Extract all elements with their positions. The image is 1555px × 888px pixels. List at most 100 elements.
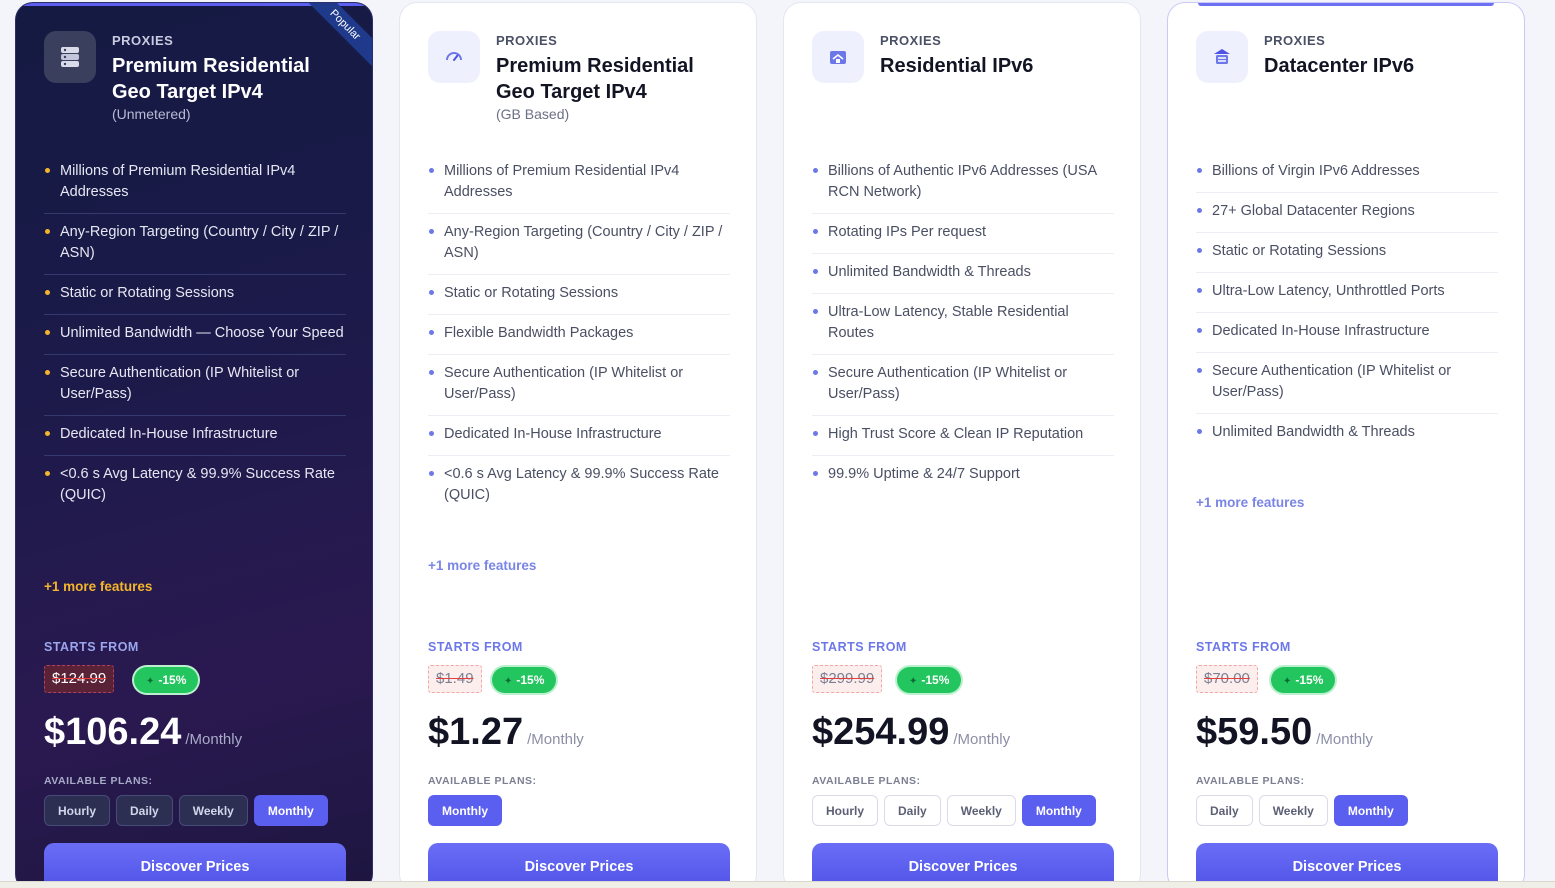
feature-item: Secure Authentication (IP Whitelist or U… <box>812 355 1114 416</box>
price-period: /Monthly <box>527 731 584 748</box>
plan-option-monthly[interactable]: Monthly <box>1333 795 1408 826</box>
feature-item: Static or Rotating Sessions <box>428 275 730 315</box>
card-subtitle: (GB Based) <box>496 106 570 122</box>
feature-item: Millions of Premium Residential IPv4 Add… <box>44 153 346 214</box>
tag-icon: ✦ <box>504 676 513 687</box>
price-row: $106.24/Monthly <box>44 711 242 754</box>
feature-list: Millions of Premium Residential IPv4 Add… <box>428 153 730 516</box>
more-features-link[interactable]: +1 more features <box>1196 495 1304 510</box>
feature-item: <0.6 s Avg Latency & 99.9% Success Rate … <box>44 456 346 516</box>
tag-icon: ✦ <box>909 676 918 687</box>
plan-option-weekly[interactable]: Weekly <box>946 795 1016 826</box>
plan-option-hourly[interactable]: Hourly <box>44 795 111 826</box>
plan-option-hourly[interactable]: Hourly <box>812 795 879 826</box>
card-kicker: PROXIES <box>880 33 942 48</box>
current-price: $106.24 <box>44 711 182 753</box>
plans-label: AVAILABLE PLANS: <box>44 775 153 787</box>
card-subtitle: (Unmetered) <box>112 106 191 122</box>
feature-item: Flexible Bandwidth Packages <box>428 315 730 355</box>
feature-list: Millions of Premium Residential IPv4 Add… <box>44 153 346 516</box>
original-price: $124.99 <box>44 665 115 693</box>
discount-badge: ✦ -15% <box>897 667 962 693</box>
feature-list: Billions of Virgin IPv6 Addresses 27+ Gl… <box>1196 153 1498 453</box>
price-row: $254.99/Monthly <box>812 711 1010 754</box>
house-network-icon <box>812 31 864 83</box>
plan-selector: Monthly <box>428 795 502 826</box>
server-icon <box>44 31 96 83</box>
feature-item: Any-Region Targeting (Country / City / Z… <box>428 214 730 275</box>
card-title: Datacenter IPv6 <box>1264 55 1415 77</box>
price-period: /Monthly <box>185 731 243 748</box>
feature-item: Secure Authentication (IP Whitelist or U… <box>428 355 730 416</box>
plan-option-weekly[interactable]: Weekly <box>1258 795 1328 826</box>
tag-icon: ✦ <box>1283 676 1292 687</box>
plan-selector: Daily Weekly Monthly <box>1196 795 1408 826</box>
discount-badge: ✦ -15% <box>492 667 557 693</box>
feature-item: Rotating IPs Per request <box>812 214 1114 254</box>
feature-item: Ultra-Low Latency, Unthrottled Ports <box>1196 273 1498 313</box>
datacenter-icon <box>1196 31 1248 83</box>
feature-item: Static or Rotating Sessions <box>44 275 346 315</box>
current-price: $254.99 <box>812 711 950 753</box>
feature-item: Unlimited Bandwidth & Threads <box>812 254 1114 294</box>
tag-icon: ✦ <box>146 676 155 687</box>
plans-label: AVAILABLE PLANS: <box>1196 775 1305 787</box>
price-period: /Monthly <box>1316 731 1373 748</box>
current-price: $1.27 <box>428 711 524 753</box>
discount-value: -15% <box>921 673 950 687</box>
more-features-link[interactable]: +1 more features <box>428 558 536 573</box>
plan-option-monthly[interactable]: Monthly <box>253 795 328 826</box>
feature-item: Unlimited Bandwidth & Threads <box>1196 414 1498 453</box>
discount-value: -15% <box>516 673 545 687</box>
card-kicker: PROXIES <box>112 33 174 48</box>
starts-from-label: STARTS FROM <box>1196 640 1291 654</box>
plan-option-daily[interactable]: Daily <box>116 795 173 826</box>
feature-item: Unlimited Bandwidth — Choose Your Speed <box>44 315 346 355</box>
plan-option-weekly[interactable]: Weekly <box>178 795 248 826</box>
plan-option-monthly[interactable]: Monthly <box>428 795 502 826</box>
feature-item: High Trust Score & Clean IP Reputation <box>812 416 1114 456</box>
feature-item: Static or Rotating Sessions <box>1196 233 1498 273</box>
plan-option-monthly[interactable]: Monthly <box>1021 795 1096 826</box>
original-price: $70.00 <box>1196 665 1258 693</box>
feature-item: Dedicated In-House Infrastructure <box>428 416 730 456</box>
feature-item: Ultra-Low Latency, Stable Residential Ro… <box>812 294 1114 355</box>
feature-item: Billions of Virgin IPv6 Addresses <box>1196 153 1498 193</box>
feature-item: 27+ Global Datacenter Regions <box>1196 193 1498 233</box>
pricing-cards: Popular PROXIES Premium Residential Geo … <box>0 0 1555 888</box>
plan-option-daily[interactable]: Daily <box>1196 795 1253 826</box>
plan-option-daily[interactable]: Daily <box>884 795 941 826</box>
card-title: Premium Residential Geo Target IPv4 <box>496 55 694 103</box>
card-kicker: PROXIES <box>496 33 558 48</box>
pricing-card-premium-residential-gb: PROXIES Premium Residential Geo Target I… <box>399 2 757 888</box>
feature-item: Secure Authentication (IP Whitelist or U… <box>1196 353 1498 414</box>
discount-value: -15% <box>158 673 187 687</box>
feature-item: Dedicated In-House Infrastructure <box>44 416 346 456</box>
plans-label: AVAILABLE PLANS: <box>428 775 537 787</box>
original-price: $299.99 <box>812 665 883 693</box>
feature-item: Secure Authentication (IP Whitelist or U… <box>44 355 346 416</box>
speedometer-icon <box>428 31 480 83</box>
feature-item: Any-Region Targeting (Country / City / Z… <box>44 214 346 275</box>
discount-badge: ✦ -15% <box>1271 667 1336 693</box>
price-row: $59.50/Monthly <box>1196 711 1373 754</box>
card-title: Premium Residential Geo Target IPv4 <box>112 55 310 103</box>
feature-item: Billions of Authentic IPv6 Addresses (US… <box>812 153 1114 214</box>
more-features-link[interactable]: +1 more features <box>44 579 152 594</box>
pricing-card-residential-ipv6: PROXIES Residential IPv6 Billions of Aut… <box>783 2 1141 888</box>
plans-label: AVAILABLE PLANS: <box>812 775 921 787</box>
bottom-strip <box>0 881 1555 888</box>
pricing-card-premium-residential-unmetered: Popular PROXIES Premium Residential Geo … <box>15 2 373 888</box>
original-price: $1.49 <box>428 665 482 693</box>
pricing-card-datacenter-ipv6: PROXIES Datacenter IPv6 Billions of Virg… <box>1167 2 1525 888</box>
starts-from-label: STARTS FROM <box>428 640 523 654</box>
feature-item: <0.6 s Avg Latency & 99.9% Success Rate … <box>428 456 730 516</box>
card-title: Residential IPv6 <box>880 55 1034 77</box>
starts-from-label: STARTS FROM <box>812 640 907 654</box>
discount-badge: ✦ -15% <box>134 667 199 693</box>
current-price: $59.50 <box>1196 711 1313 753</box>
feature-item: 99.9% Uptime & 24/7 Support <box>812 456 1114 495</box>
plan-selector: Hourly Daily Weekly Monthly <box>812 795 1096 826</box>
feature-list: Billions of Authentic IPv6 Addresses (US… <box>812 153 1114 495</box>
starts-from-label: STARTS FROM <box>44 640 139 654</box>
